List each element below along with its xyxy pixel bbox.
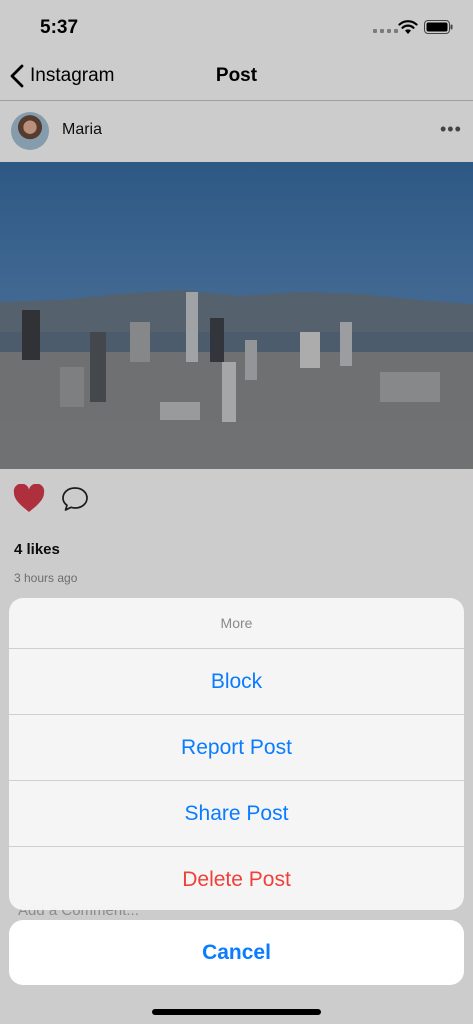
home-indicator [152, 1009, 321, 1015]
block-button[interactable]: Block [9, 649, 464, 715]
share-post-button[interactable]: Share Post [9, 781, 464, 847]
action-sheet-title: More [9, 598, 464, 649]
action-sheet: More Block Report Post Share Post Delete… [9, 598, 464, 910]
cancel-button[interactable]: Cancel [9, 920, 464, 985]
report-post-button[interactable]: Report Post [9, 715, 464, 781]
delete-post-button[interactable]: Delete Post [9, 847, 464, 910]
